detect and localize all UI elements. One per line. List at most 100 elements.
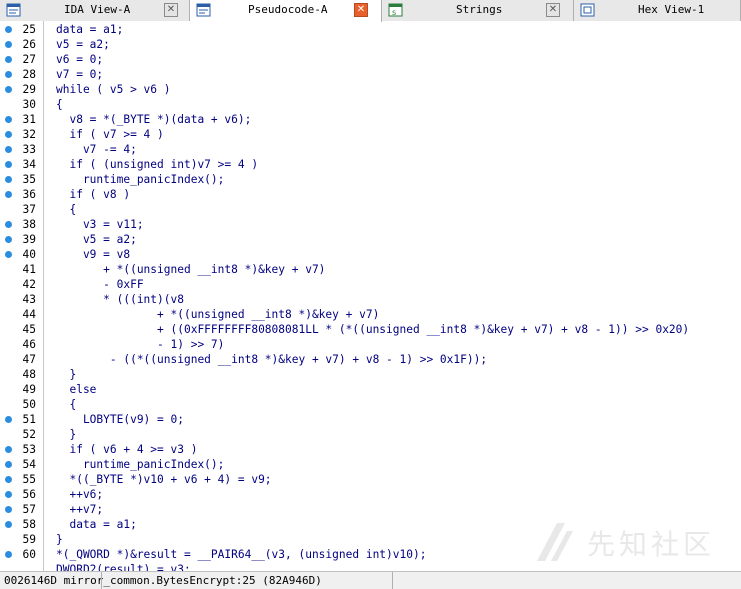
strings-icon: s (388, 3, 403, 17)
close-icon[interactable]: ✕ (164, 3, 178, 17)
breakpoint-dot-icon[interactable] (5, 236, 12, 243)
breakpoint-dot-icon[interactable] (5, 476, 12, 483)
line-number: 25 (22, 23, 36, 36)
code-line[interactable]: 50 { (0, 397, 741, 412)
line-number: 36 (22, 188, 36, 201)
watermark-text: 先知社区 (587, 528, 716, 561)
code-text: runtime_panicIndex(); (56, 458, 225, 471)
code-text: } (56, 428, 77, 441)
code-line[interactable]: 42 - 0xFF (0, 277, 741, 292)
code-line[interactable]: 35 runtime_panicIndex(); (0, 172, 741, 187)
breakpoint-dot-icon[interactable] (5, 41, 12, 48)
breakpoint-dot-icon[interactable] (5, 71, 12, 78)
code-text: ++v6; (56, 488, 104, 501)
code-line[interactable]: 45 + ((0xFFFFFFFF80808081LL * (*((unsign… (0, 322, 741, 337)
breakpoint-dot-icon[interactable] (5, 146, 12, 153)
code-line[interactable]: 26 v5 = a2; (0, 37, 741, 52)
line-number: 47 (22, 353, 36, 366)
status-divider (101, 572, 102, 589)
code-text: v9 = v8 (56, 248, 131, 261)
code-line[interactable]: 55 *((_BYTE *)v10 + v6 + 4) = v9; (0, 472, 741, 487)
pseudocode-editor[interactable]: 25 data = a1; 26 v5 = a2; 27 v6 = 0; 28 v7 = 0;… (0, 21, 741, 571)
code-line[interactable]: 51 LOBYTE(v9) = 0; (0, 412, 741, 427)
code-text: v8 = *(_BYTE *)(data + v6); (56, 113, 252, 126)
code-line[interactable]: 28 v7 = 0; (0, 67, 741, 82)
code-line[interactable]: 44 + *((unsigned __int8 *)&key + v7) (0, 307, 741, 322)
code-text: LOBYTE(v9) = 0; (56, 413, 184, 426)
breakpoint-dot-icon[interactable] (5, 551, 12, 558)
code-line[interactable]: 34 if ( (unsigned int)v7 >= 4 ) (0, 157, 741, 172)
line-number: 55 (22, 473, 36, 486)
code-line[interactable]: 49 else (0, 382, 741, 397)
code-text: } (56, 533, 63, 546)
code-text: if ( (unsigned int)v7 >= 4 ) (56, 158, 259, 171)
tab-label: Hex View-1 (638, 3, 705, 16)
code-text: while ( v5 > v6 ) (56, 83, 171, 96)
code-line[interactable]: 46 - 1) >> 7) (0, 337, 741, 352)
close-icon[interactable]: ✕ (354, 3, 368, 17)
line-number: 43 (22, 293, 36, 306)
code-line[interactable]: 30 { (0, 97, 741, 112)
breakpoint-dot-icon[interactable] (5, 56, 12, 63)
code-line[interactable]: 40 v9 = v8 (0, 247, 741, 262)
line-number: 50 (22, 398, 36, 411)
code-line[interactable]: 38 v3 = v11; (0, 217, 741, 232)
tab-ida-view-a[interactable]: IDA View-A ✕ (0, 0, 190, 21)
code-line[interactable]: 47 - ((*((unsigned __int8 *)&key + v7) +… (0, 352, 741, 367)
breakpoint-dot-icon[interactable] (5, 416, 12, 423)
breakpoint-dot-icon[interactable] (5, 506, 12, 513)
pseudocode-icon (196, 3, 211, 17)
line-number: 48 (22, 368, 36, 381)
code-line[interactable]: 48 } (0, 367, 741, 382)
code-line[interactable]: 36 if ( v8 ) (0, 187, 741, 202)
breakpoint-dot-icon[interactable] (5, 116, 12, 123)
code-line[interactable]: 54 runtime_panicIndex(); (0, 457, 741, 472)
breakpoint-dot-icon[interactable] (5, 446, 12, 453)
line-number: 49 (22, 383, 36, 396)
breakpoint-dot-icon[interactable] (5, 26, 12, 33)
code-line[interactable]: 25 data = a1; (0, 22, 741, 37)
breakpoint-dot-icon[interactable] (5, 161, 12, 168)
line-number: 52 (22, 428, 36, 441)
code-line[interactable]: 43 * (((int)(v8 (0, 292, 741, 307)
line-number: 33 (22, 143, 36, 156)
code-line[interactable]: 29 while ( v5 > v6 ) (0, 82, 741, 97)
code-line[interactable]: 32 if ( v7 >= 4 ) (0, 127, 741, 142)
tab-strings[interactable]: s Strings ✕ (382, 0, 574, 21)
breakpoint-dot-icon[interactable] (5, 521, 12, 528)
close-icon[interactable]: ✕ (546, 3, 560, 17)
line-number: 31 (22, 113, 36, 126)
line-number: 29 (22, 83, 36, 96)
breakpoint-dot-icon[interactable] (5, 191, 12, 198)
code-line[interactable]: 31 v8 = *(_BYTE *)(data + v6); (0, 112, 741, 127)
tab-pseudocode-a[interactable]: Pseudocode-A ✕ (190, 0, 382, 22)
code-line[interactable]: 39 v5 = a2; (0, 232, 741, 247)
line-number: 60 (22, 548, 36, 561)
code-text: *((_BYTE *)v10 + v6 + 4) = v9; (56, 473, 272, 486)
code-line[interactable]: 53 if ( v6 + 4 >= v3 ) (0, 442, 741, 457)
line-number: 37 (22, 203, 36, 216)
line-number: 56 (22, 488, 36, 501)
breakpoint-dot-icon[interactable] (5, 176, 12, 183)
code-line[interactable]: 27 v6 = 0; (0, 52, 741, 67)
code-line[interactable]: 37 { (0, 202, 741, 217)
line-number: 27 (22, 53, 36, 66)
breakpoint-dot-icon[interactable] (5, 251, 12, 258)
code-text: if ( v8 ) (56, 188, 131, 201)
line-number: 28 (22, 68, 36, 81)
code-line[interactable]: 41 + *((unsigned __int8 *)&key + v7) (0, 262, 741, 277)
line-number: 58 (22, 518, 36, 531)
tab-bar: IDA View-A ✕ Pseudocode-A ✕ s Strings ✕ … (0, 0, 741, 22)
breakpoint-dot-icon[interactable] (5, 491, 12, 498)
breakpoint-dot-icon[interactable] (5, 131, 12, 138)
code-line[interactable]: 56 ++v6; (0, 487, 741, 502)
code-line[interactable]: 52 } (0, 427, 741, 442)
breakpoint-dot-icon[interactable] (5, 86, 12, 93)
breakpoint-dot-icon[interactable] (5, 221, 12, 228)
breakpoint-dot-icon[interactable] (5, 461, 12, 468)
code-line[interactable]: 33 v7 -= 4; (0, 142, 741, 157)
code-line[interactable]: 57 ++v7; (0, 502, 741, 517)
code-text: *(_QWORD *)&result = __PAIR64__(v3, (uns… (56, 548, 427, 561)
code-text: + *((unsigned __int8 *)&key + v7) (56, 263, 326, 276)
tab-hex-view-1[interactable]: Hex View-1 (574, 0, 741, 21)
